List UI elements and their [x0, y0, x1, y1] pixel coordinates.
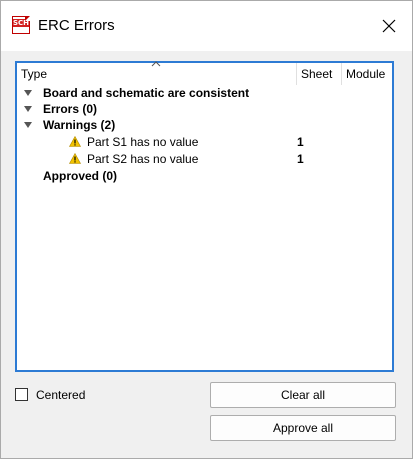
erc-tree-list[interactable]: Type Sheet Module Board and schematic ar…	[15, 61, 394, 372]
approve-all-button[interactable]: Approve all	[210, 415, 396, 441]
column-header-sheet[interactable]: Sheet	[296, 63, 340, 85]
tree-item-approved[interactable]: Approved (0)	[17, 168, 392, 184]
tree-item-label: Errors (0)	[43, 102, 98, 116]
tree-item-consistency[interactable]: Board and schematic are consistent	[17, 85, 392, 101]
sheet-number: 1	[297, 135, 304, 149]
tree-item-label: Approved (0)	[43, 169, 118, 183]
sheet-number: 1	[297, 152, 304, 166]
chevron-up-icon	[151, 61, 161, 67]
tree-item-warnings[interactable]: Warnings (2)	[17, 117, 392, 133]
expand-arrow-icon[interactable]	[24, 106, 32, 112]
warning-message: Part S2 has no value	[87, 152, 199, 166]
centered-checkbox[interactable]	[15, 388, 28, 401]
warning-item-s2[interactable]: Part S2 has no value 1	[17, 151, 392, 167]
warning-message: Part S1 has no value	[87, 135, 199, 149]
expand-arrow-icon[interactable]	[24, 90, 32, 96]
tree-item-label: Board and schematic are consistent	[43, 86, 250, 100]
warning-icon	[69, 136, 81, 147]
warning-icon	[69, 153, 81, 164]
clear-all-button[interactable]: Clear all	[210, 382, 396, 408]
centered-label: Centered	[36, 388, 86, 402]
close-icon	[382, 19, 396, 33]
sch-file-icon: SCH	[12, 16, 30, 34]
expand-arrow-icon[interactable]	[24, 122, 32, 128]
tree-item-errors[interactable]: Errors (0)	[17, 101, 392, 117]
title-bar: SCH ERC Errors	[1, 1, 412, 51]
column-header: Type Sheet Module	[17, 61, 392, 85]
tree-item-label: Warnings (2)	[43, 118, 116, 132]
close-button[interactable]	[366, 1, 412, 51]
window-title: ERC Errors	[38, 17, 115, 34]
erc-errors-dialog: SCH ERC Errors Type Sheet Module Board a…	[0, 0, 413, 459]
column-header-module[interactable]: Module	[341, 63, 392, 85]
warning-item-s1[interactable]: Part S1 has no value 1	[17, 134, 392, 150]
